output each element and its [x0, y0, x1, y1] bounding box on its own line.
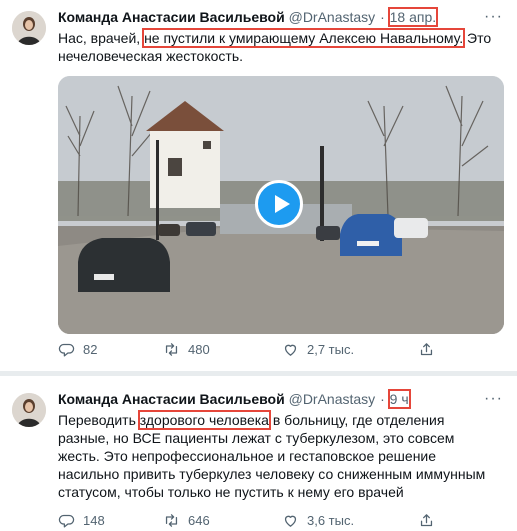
tweet-text: Переводить здорового человека в больницу… — [58, 410, 498, 501]
like-icon — [284, 515, 297, 527]
separator: · — [380, 391, 385, 407]
like-count: 2,7 тыс. — [307, 342, 355, 357]
video-thumbnail[interactable] — [58, 76, 504, 334]
retweet-button[interactable]: 480 — [163, 341, 210, 358]
reply-icon — [58, 343, 75, 357]
tweet-actions: 148 646 3,6 тыс. — [58, 512, 458, 531]
play-icon[interactable] — [255, 180, 303, 228]
more-icon[interactable]: ··· — [484, 9, 503, 25]
share-icon — [420, 343, 433, 356]
author-name[interactable]: Команда Анастасии Васильевой — [58, 391, 285, 407]
retweet-icon — [165, 343, 178, 356]
tweet-text-start: Нас, врачей, — [58, 30, 145, 46]
more-icon[interactable]: ··· — [484, 391, 503, 407]
tweet[interactable]: Команда Анастасии Васильевой @DrAnastasy… — [0, 376, 517, 531]
timestamp[interactable]: 18 апр. — [387, 7, 439, 27]
retweet-button[interactable]: 646 — [163, 512, 210, 529]
share-icon — [420, 514, 433, 527]
like-button[interactable]: 3,6 тыс. — [282, 512, 354, 529]
tweet-header: Команда Анастасии Васильевой @DrAnastasy… — [58, 389, 411, 409]
retweet-count: 646 — [188, 513, 210, 528]
retweet-icon — [165, 514, 178, 527]
like-count: 3,6 тыс. — [307, 513, 355, 528]
share-button[interactable] — [418, 512, 435, 529]
timestamp[interactable]: 9 ч — [387, 389, 411, 409]
reply-count: 148 — [83, 513, 105, 528]
tweet-header: Команда Анастасии Васильевой @DrAnastasy… — [58, 7, 439, 27]
reply-count: 82 — [83, 342, 98, 357]
reply-button[interactable]: 148 — [58, 512, 105, 529]
retweet-count: 480 — [188, 342, 210, 357]
reply-icon — [58, 514, 75, 528]
tweet-text: Нас, врачей, не пустили к умирающему Але… — [58, 28, 498, 65]
author-name[interactable]: Команда Анастасии Васильевой — [58, 9, 285, 25]
avatar[interactable] — [12, 393, 46, 427]
tweet[interactable]: Команда Анастасии Васильевой @DrAnastasy… — [0, 0, 517, 371]
highlighted-phrase: здорового человека — [137, 410, 271, 430]
author-handle[interactable]: @DrAnastasy — [289, 9, 376, 25]
avatar[interactable] — [12, 11, 46, 45]
share-button[interactable] — [418, 341, 435, 358]
like-button[interactable]: 2,7 тыс. — [282, 341, 354, 358]
reply-button[interactable]: 82 — [58, 341, 97, 358]
author-handle[interactable]: @DrAnastasy — [289, 391, 376, 407]
tweet-text-start: Переводить — [58, 412, 140, 428]
tweet-actions: 82 480 2,7 тыс. — [58, 341, 458, 361]
highlighted-phrase: не пустили к умирающему Алексею Навально… — [142, 28, 466, 48]
separator: · — [380, 9, 385, 25]
like-icon — [284, 344, 297, 356]
